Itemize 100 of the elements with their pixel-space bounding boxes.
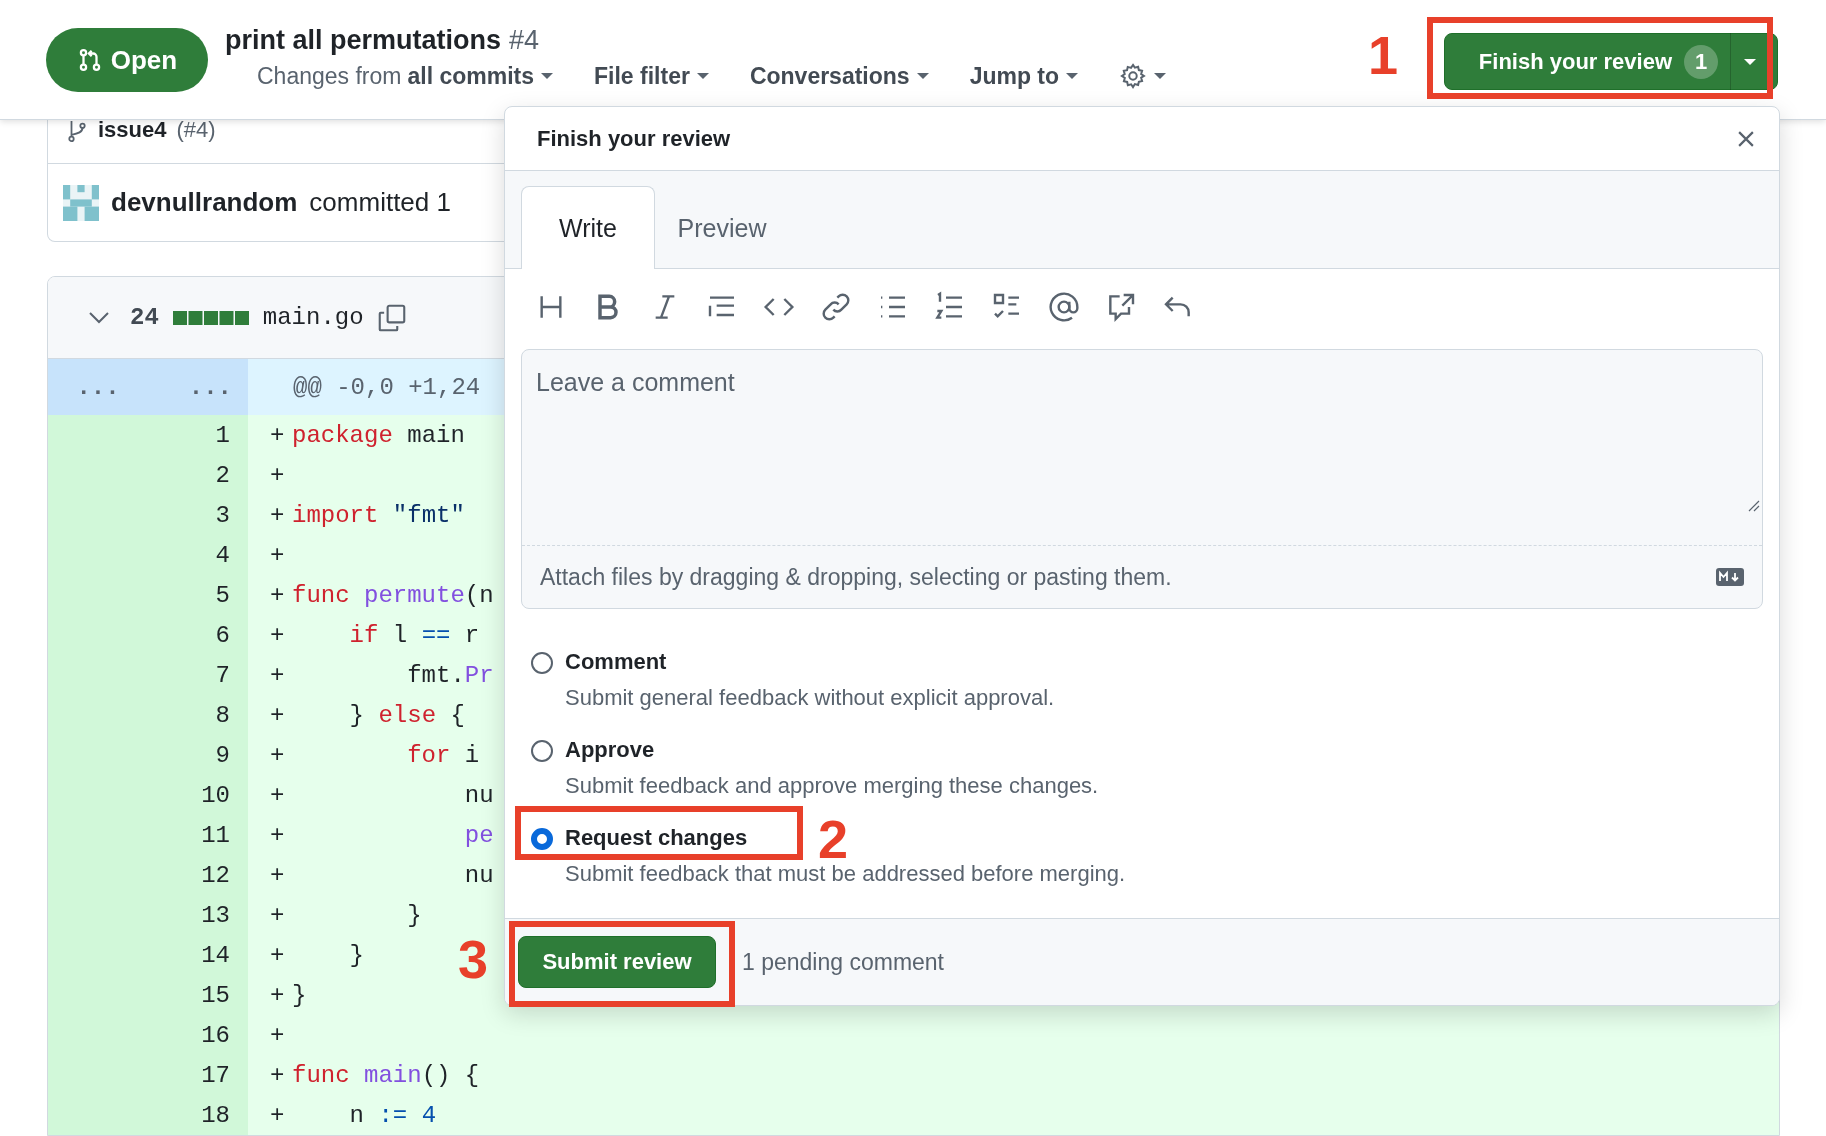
code-line: nu (463, 861, 494, 889)
copy-icon[interactable] (377, 303, 406, 332)
hunk-header: @@ -0,0 +1,24 (293, 373, 481, 401)
file-name[interactable]: main.go (262, 304, 364, 331)
diff-sign: + (270, 741, 286, 769)
code-line: } else { (348, 701, 465, 729)
line-number: 18 (201, 1101, 230, 1129)
line-number: 17 (201, 1061, 230, 1089)
option-description: Submit general feedback without explicit approval. (565, 685, 1055, 711)
expand-marker[interactable]: ... (148, 373, 232, 401)
mention-icon[interactable] (1048, 291, 1080, 323)
line-number: 13 (201, 901, 230, 929)
option-label: Approve (565, 737, 655, 763)
diff-sign: + (270, 1101, 286, 1129)
link-icon[interactable] (820, 291, 852, 323)
diff-sign: + (270, 781, 286, 809)
diff-sign: + (270, 941, 286, 969)
option-description: Submit feedback and approve merging these changes. (565, 773, 1099, 799)
editor-tab[interactable]: Write (521, 186, 655, 269)
comment-editor[interactable]: Leave a comment Attach files by dragging & dropping, selecting or pasting them. (521, 349, 1763, 609)
caret-icon (1065, 72, 1080, 80)
pull-request-title: print all permutations (225, 25, 502, 56)
expand-marker[interactable]: ... (48, 373, 148, 401)
commit-author[interactable]: devnullrandom (111, 187, 298, 218)
avatar-icon (63, 184, 99, 221)
markdown-icon (1716, 568, 1744, 586)
diff-sign: + (270, 501, 286, 529)
branch-icon (66, 120, 88, 144)
diff-sign: + (270, 701, 286, 729)
diff-sign: + (270, 901, 286, 929)
caret-icon (695, 72, 710, 80)
code-line: for i (406, 741, 480, 769)
gear-icon (1119, 62, 1148, 90)
line-number: 16 (201, 1021, 230, 1049)
radio-button[interactable] (531, 740, 553, 762)
radio-button[interactable] (531, 828, 553, 850)
line-number: 11 (201, 821, 230, 849)
pull-request-ref: (#4) (176, 120, 216, 140)
code-line: pe (463, 821, 494, 849)
caret-icon (540, 72, 554, 80)
code-line: n := 4 (348, 1101, 437, 1129)
commit-range-menu[interactable]: Changes from all commits (257, 62, 554, 90)
filter-menu[interactable]: Jump to (969, 62, 1080, 90)
filter-menu[interactable]: Conversations (749, 62, 930, 90)
attach-hint: Attach files by dragging & dropping, selecting or pasting them. (540, 563, 1172, 591)
pull-request-number: #4 (509, 25, 540, 56)
change-count: 24 (130, 304, 159, 331)
code-line: fmt.Pr (406, 661, 494, 689)
diff-sign: + (270, 861, 286, 889)
line-number: 6 (215, 621, 230, 649)
filter-menu[interactable]: File filter (594, 62, 710, 90)
line-number: 1 (215, 421, 230, 449)
diff-sign: + (270, 541, 286, 569)
code-line: nu (463, 781, 494, 809)
diff-sign: + (270, 621, 286, 649)
diff-sign: + (270, 1061, 286, 1089)
code-line: func main() { (292, 1061, 480, 1089)
line-number: 8 (215, 701, 230, 729)
status-label: Open (110, 44, 178, 76)
diff-sign: + (270, 461, 286, 489)
caret-icon (1153, 72, 1168, 80)
finish-review-button[interactable]: Finish your review 1 (1444, 33, 1778, 90)
line-number: 4 (215, 541, 230, 569)
line-number: 5 (215, 581, 230, 609)
code-line: func permute(n (292, 581, 494, 609)
step-number: 1 (1368, 28, 1399, 82)
line-number: 9 (215, 741, 230, 769)
option-label: Request changes (565, 825, 748, 851)
option-label: Comment (565, 649, 667, 675)
line-number: 12 (201, 861, 230, 889)
code-line: if l == r (348, 621, 480, 649)
dialog-title: Finish your review (537, 125, 731, 152)
editor-tab[interactable]: Preview (655, 187, 789, 269)
diff-sign: + (270, 661, 286, 689)
line-number: 2 (215, 461, 230, 489)
resize-handle-icon[interactable] (1746, 498, 1760, 512)
settings-menu[interactable] (1119, 62, 1168, 90)
caret-icon (915, 72, 930, 80)
diff-sign: + (270, 981, 286, 1009)
code-line: } (292, 981, 307, 1009)
commit-action: committed 1 (309, 187, 451, 218)
line-number: 14 (201, 941, 230, 969)
line-number: 15 (201, 981, 230, 1009)
branch-name[interactable]: issue4 (98, 120, 167, 140)
line-number: 10 (201, 781, 230, 809)
submit-review-button[interactable]: Submit review (518, 936, 716, 988)
code-line: import "fmt" (292, 501, 465, 529)
diff-sign: + (270, 421, 286, 449)
code-line: } (348, 941, 364, 969)
pending-count: 1 pending comment (742, 948, 944, 976)
count-badge: 1 (1684, 44, 1718, 79)
radio-button[interactable] (531, 652, 553, 674)
diff-sign: + (270, 581, 286, 609)
code-line: } (406, 901, 422, 929)
step-number: 3 (458, 932, 489, 986)
code-line: package main (292, 421, 465, 449)
diff-sign: + (270, 821, 286, 849)
chevron-icon[interactable] (88, 310, 110, 325)
line-number: 3 (215, 501, 230, 529)
caret-icon (1743, 57, 1757, 66)
